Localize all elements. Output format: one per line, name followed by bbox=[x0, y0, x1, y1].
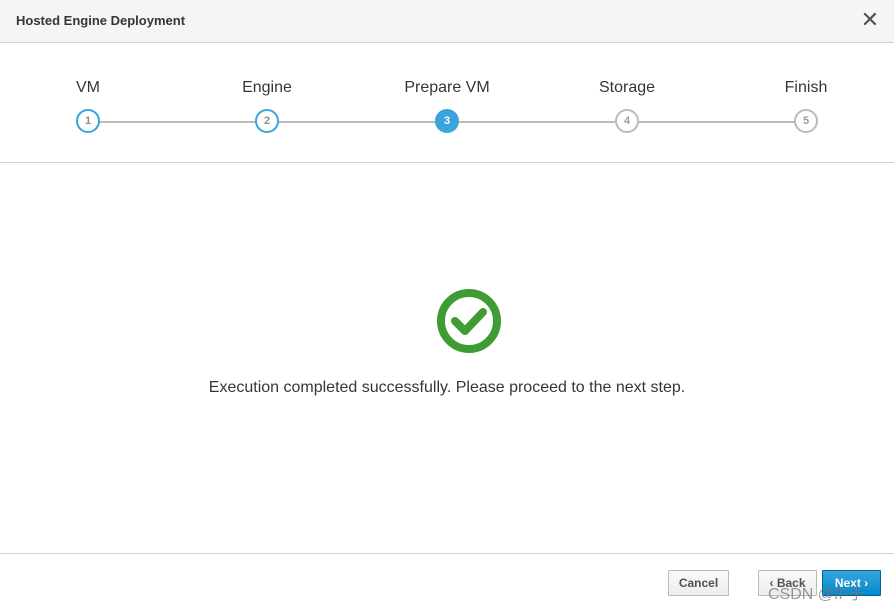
step-number-circle: 5 bbox=[794, 109, 818, 133]
step-label: Storage bbox=[598, 79, 656, 96]
status-message: Execution completed successfully. Please… bbox=[208, 379, 686, 396]
cancel-button[interactable]: Cancel bbox=[668, 570, 729, 596]
next-button[interactable]: Next › bbox=[822, 570, 881, 596]
dialog-title: Hosted Engine Deployment bbox=[16, 13, 186, 28]
hosted-engine-deployment-dialog: Hosted Engine Deployment ✕ VM 1 Engine 2… bbox=[0, 0, 894, 611]
step-label: VM bbox=[76, 79, 100, 96]
dialog-footer: Cancel ‹ Back Next › bbox=[0, 553, 894, 611]
wizard-content: Execution completed successfully. Please… bbox=[0, 163, 894, 553]
step-number-circle: 4 bbox=[615, 109, 639, 133]
step-number-circle: 1 bbox=[76, 109, 100, 133]
check-circle-icon bbox=[437, 289, 501, 353]
step-number-circle: 3 bbox=[435, 109, 459, 133]
dialog-header: Hosted Engine Deployment ✕ bbox=[0, 0, 894, 43]
step-label: Prepare VM bbox=[404, 79, 490, 96]
back-button[interactable]: ‹ Back bbox=[758, 570, 817, 596]
close-icon[interactable]: ✕ bbox=[860, 8, 880, 32]
wizard-steps: VM 1 Engine 2 Prepare VM 3 Storage 4 Fin… bbox=[0, 43, 894, 163]
step-label: Engine bbox=[242, 79, 292, 96]
step-number-circle: 2 bbox=[255, 109, 279, 133]
step-label: Finish bbox=[784, 79, 828, 96]
